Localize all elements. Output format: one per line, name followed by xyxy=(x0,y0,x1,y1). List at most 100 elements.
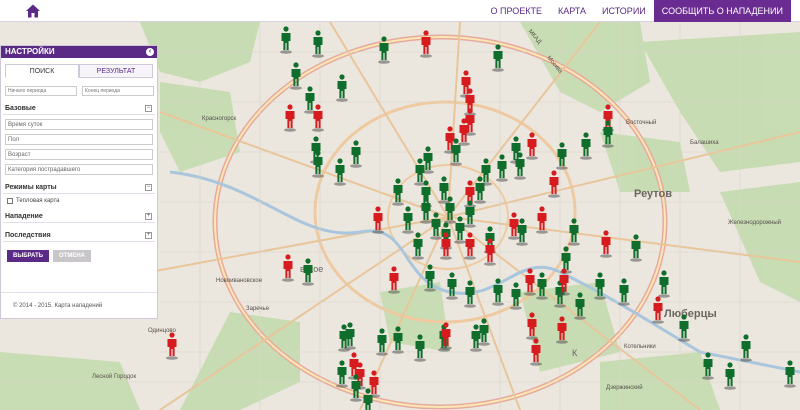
incident-marker-green[interactable] xyxy=(509,282,523,310)
incident-marker-green[interactable] xyxy=(657,270,671,298)
section-basic[interactable]: Базовые − xyxy=(3,103,155,115)
heatmap-label: Тепловая карта xyxy=(16,198,60,204)
plus-icon[interactable]: + xyxy=(145,232,152,239)
time-of-day-select[interactable]: Время суток xyxy=(5,119,153,130)
incident-marker-green[interactable] xyxy=(411,232,425,260)
incident-marker-green[interactable] xyxy=(391,326,405,354)
minus-icon[interactable]: − xyxy=(145,184,152,191)
section-consequences[interactable]: Последствия + xyxy=(3,230,155,242)
incident-marker-green[interactable] xyxy=(375,328,389,356)
incident-marker-green[interactable] xyxy=(495,154,509,182)
incident-marker-red[interactable] xyxy=(557,268,571,296)
incident-marker-green[interactable] xyxy=(423,264,437,292)
section-basic-label: Базовые xyxy=(5,105,36,112)
incident-marker-green[interactable] xyxy=(555,142,569,170)
victim-category-select[interactable]: Категория пострадавшего xyxy=(5,164,153,175)
incident-marker-red[interactable] xyxy=(651,296,665,324)
nav-stories[interactable]: ИСТОРИИ xyxy=(594,0,654,22)
gender-select[interactable]: Пол xyxy=(5,134,153,145)
panel-tabs: ПОИСК РЕЗУЛЬТАТ xyxy=(5,64,153,78)
select-button[interactable]: ВЫБРАТЬ xyxy=(7,250,50,262)
incident-marker-green[interactable] xyxy=(311,150,325,178)
incident-marker-green[interactable] xyxy=(783,360,797,388)
date-to-input[interactable] xyxy=(82,86,154,96)
incident-marker-red[interactable] xyxy=(525,132,539,160)
incident-marker-green[interactable] xyxy=(491,44,505,72)
incident-marker-green[interactable] xyxy=(449,138,463,166)
incident-marker-red[interactable] xyxy=(419,30,433,58)
incident-marker-green[interactable] xyxy=(593,272,607,300)
incident-marker-green[interactable] xyxy=(515,218,529,246)
incident-marker-red[interactable] xyxy=(387,266,401,294)
incident-marker-green[interactable] xyxy=(477,318,491,346)
incident-marker-green[interactable] xyxy=(723,362,737,390)
incident-marker-green[interactable] xyxy=(579,132,593,160)
incident-marker-green[interactable] xyxy=(677,314,691,342)
incident-marker-red[interactable] xyxy=(463,232,477,260)
incident-marker-green[interactable] xyxy=(311,30,325,58)
date-from-input[interactable] xyxy=(5,86,77,96)
incident-marker-green[interactable] xyxy=(573,292,587,320)
incident-marker-red[interactable] xyxy=(439,232,453,260)
incident-marker-red[interactable] xyxy=(311,104,325,132)
incident-marker-green[interactable] xyxy=(739,334,753,362)
incident-marker-red[interactable] xyxy=(535,206,549,234)
incident-marker-green[interactable] xyxy=(701,352,715,380)
home-icon[interactable] xyxy=(24,2,42,20)
incident-marker-red[interactable] xyxy=(283,104,297,132)
incident-marker-green[interactable] xyxy=(491,278,505,306)
incident-marker-green[interactable] xyxy=(279,26,293,54)
incident-marker-red[interactable] xyxy=(439,322,453,350)
incident-marker-green[interactable] xyxy=(617,278,631,306)
cancel-button[interactable]: ОТМЕНА xyxy=(53,250,92,262)
tab-result[interactable]: РЕЗУЛЬТАТ xyxy=(79,64,153,78)
minus-icon[interactable]: − xyxy=(145,105,152,112)
incident-marker-green[interactable] xyxy=(535,272,549,300)
incident-marker-green[interactable] xyxy=(629,234,643,262)
incident-marker-green[interactable] xyxy=(513,152,527,180)
incident-marker-green[interactable] xyxy=(463,280,477,308)
age-select[interactable]: Возраст xyxy=(5,149,153,160)
heatmap-checkbox[interactable]: Тепловая карта xyxy=(7,198,151,204)
incident-marker-red[interactable] xyxy=(599,230,613,258)
nav-report-attack[interactable]: СООБЩИТЬ О НАПАДЕНИИ xyxy=(653,0,791,22)
incident-marker-red[interactable] xyxy=(165,332,179,360)
incident-marker-red[interactable] xyxy=(525,312,539,340)
incident-marker-red[interactable] xyxy=(371,206,385,234)
incident-marker-green[interactable] xyxy=(445,272,459,300)
incident-marker-green[interactable] xyxy=(335,360,349,388)
incident-marker-green[interactable] xyxy=(301,258,315,286)
incident-marker-red[interactable] xyxy=(483,238,497,266)
top-navbar: О ПРОЕКТЕ КАРТА ИСТОРИИ СООБЩИТЬ О НАПАД… xyxy=(0,0,800,22)
section-attack-label: Нападение xyxy=(5,213,43,220)
panel-footer: © 2014 - 2015. Карта нападений xyxy=(1,292,157,318)
nav-about[interactable]: О ПРОЕКТЕ xyxy=(482,0,550,22)
map-label-kotelniki: Котельники xyxy=(624,344,656,350)
incident-marker-green[interactable] xyxy=(333,158,347,186)
collapse-icon[interactable]: ‹ xyxy=(146,48,154,56)
plus-icon[interactable]: + xyxy=(145,213,152,220)
incident-marker-green[interactable] xyxy=(335,74,349,102)
incident-marker-green[interactable] xyxy=(343,322,357,350)
incident-marker-green[interactable] xyxy=(401,206,415,234)
map-label-zheleznodorozhny: Железнодорожный xyxy=(728,220,782,226)
incident-marker-green[interactable] xyxy=(567,218,581,246)
incident-marker-green[interactable] xyxy=(391,178,405,206)
map-label-k: К xyxy=(572,348,578,358)
incident-marker-green[interactable] xyxy=(349,140,363,168)
map-label-lesnoy-gorodok: Лесной Городок xyxy=(92,374,137,380)
incident-marker-green[interactable] xyxy=(377,36,391,64)
incident-marker-red[interactable] xyxy=(529,338,543,366)
incident-marker-red[interactable] xyxy=(547,170,561,198)
tab-search[interactable]: ПОИСК xyxy=(5,64,79,78)
incident-marker-green[interactable] xyxy=(413,334,427,362)
nav-map[interactable]: КАРТА xyxy=(550,0,594,22)
incident-marker-green[interactable] xyxy=(601,120,615,148)
checkbox-icon[interactable] xyxy=(7,198,13,204)
incident-marker-red[interactable] xyxy=(281,254,295,282)
section-map-mode[interactable]: Режимы карты − xyxy=(3,182,155,194)
incident-marker-green[interactable] xyxy=(289,62,303,90)
section-attack[interactable]: Нападение + xyxy=(3,211,155,223)
incident-marker-green[interactable] xyxy=(361,388,375,410)
incident-marker-red[interactable] xyxy=(555,316,569,344)
